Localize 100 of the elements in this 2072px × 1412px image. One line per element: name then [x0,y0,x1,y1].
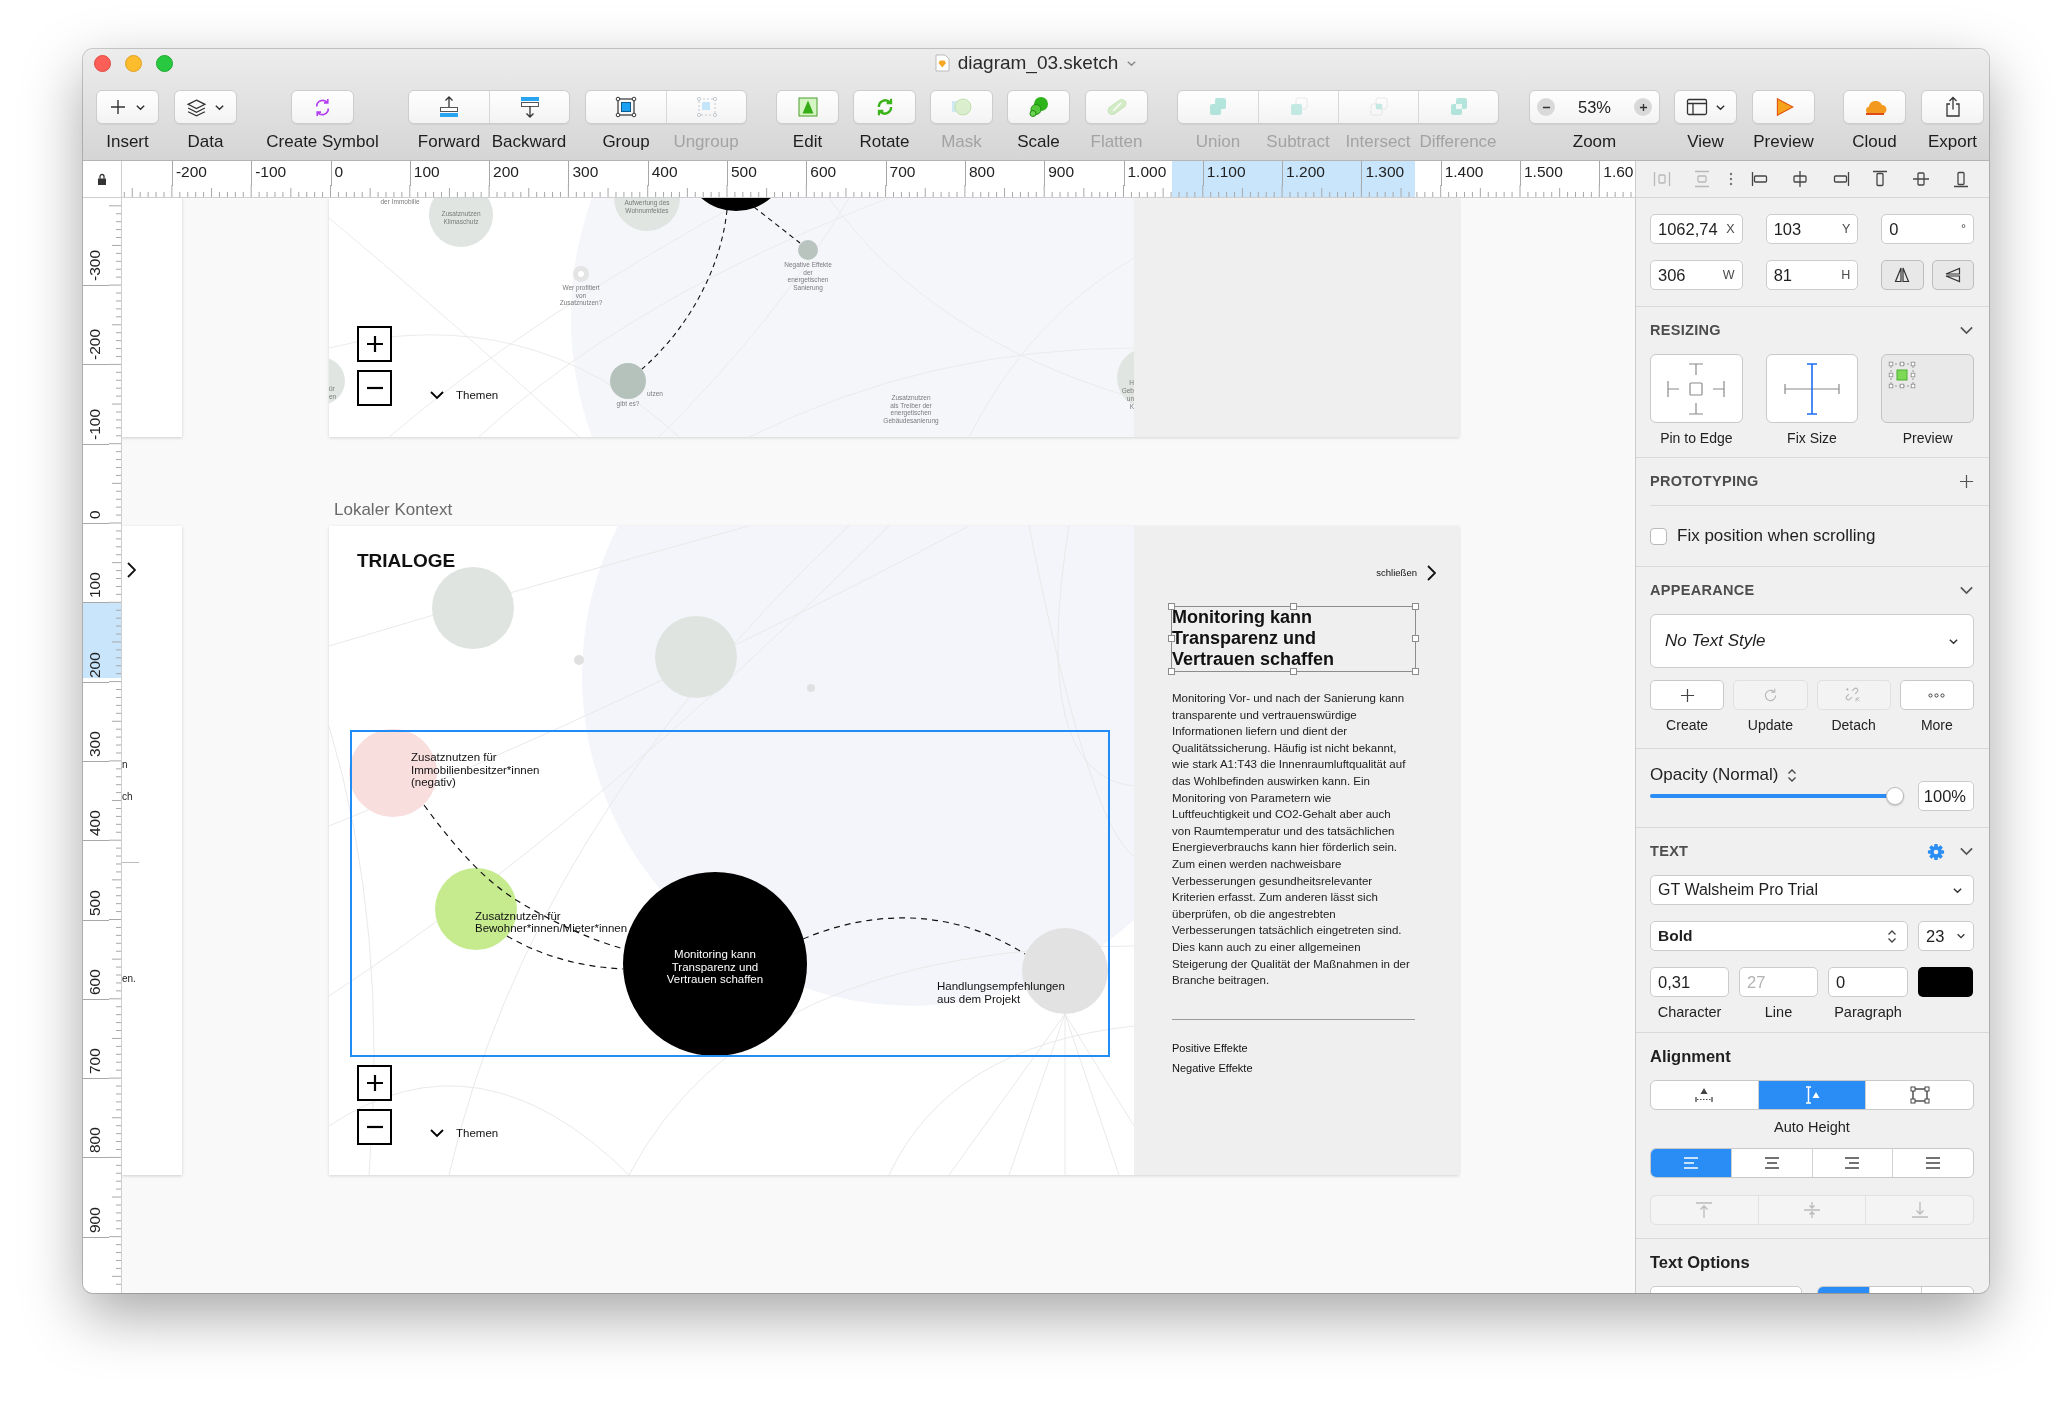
x-position-field[interactable]: 1062,74 X [1650,214,1743,244]
zoom-in-button[interactable] [1634,98,1652,116]
zoom-in-button[interactable] [357,1065,392,1101]
resize-handle[interactable] [1412,668,1419,675]
preview-icon [1888,361,1917,389]
view-button[interactable] [1674,90,1737,124]
toolbar-label: Group [602,132,650,152]
cloud-button[interactable] [1843,90,1906,124]
edit-icon [795,95,820,119]
ruler-label: 600 [86,968,104,995]
character-spacing-field[interactable]: 0,31 [1650,967,1729,997]
topics-dropdown[interactable]: Themen [430,1126,499,1140]
font-size-dropdown[interactable]: 23 [1918,921,1974,951]
ruler-label: -200 [175,163,207,181]
ruler-label: -300 [86,250,104,282]
effects-link[interactable]: Positive Effekte [1172,1040,1248,1055]
align-right-icon[interactable] [1831,169,1851,189]
pin-to-edge-button[interactable] [1650,354,1743,423]
ruler-label: 300 [86,731,104,757]
close-button[interactable] [94,54,111,72]
action-label: Update [1747,718,1793,732]
opacity-field[interactable]: 100% [1918,780,1974,811]
topics-dropdown[interactable]: Themen [430,388,499,402]
height-field[interactable]: 81 H [1765,260,1859,290]
resize-handle[interactable] [1168,668,1175,675]
zoom-out-button[interactable] [357,370,392,406]
zoom-out-button[interactable] [357,1109,392,1145]
align-center-icon[interactable] [1790,169,1810,189]
y-position-field[interactable]: 103 Y [1765,214,1859,244]
slider-thumb[interactable] [1886,786,1904,805]
dashed-connector [753,206,801,244]
text-style-dropdown[interactable]: No Text Style [1650,614,1974,668]
edit-button[interactable] [776,90,839,124]
toolbar-label: Mask [941,132,982,152]
rotation-field[interactable]: 0 ° [1881,214,1974,244]
scale-icon [1026,95,1051,119]
scale-button[interactable] [1007,90,1070,124]
checkbox[interactable] [1650,527,1667,545]
align-left-button[interactable] [1651,1149,1731,1177]
insert-button[interactable] [96,90,159,124]
font-weight-dropdown[interactable]: Bold [1650,921,1908,951]
preview-button[interactable] [1752,90,1815,124]
checkbox-label: Fix position when scrolling [1677,525,1876,548]
toolbar-label: Cloud [1852,132,1897,152]
plus-icon[interactable] [1959,474,1974,489]
action-label: More [1920,718,1953,732]
align-left-icon[interactable] [1750,169,1770,189]
chevron-right-icon [1427,565,1436,581]
effects-link[interactable]: Negative Effekte [1172,1060,1253,1075]
ruler-label: 200 [493,163,519,181]
auto-height-button[interactable] [1757,1081,1866,1109]
close-link[interactable]: schließen [1376,565,1436,581]
zoom-in-button[interactable] [357,326,392,362]
flip-vertical-button[interactable] [1931,260,1974,290]
ruler-label: 1.60 [1603,163,1634,181]
text-fragment: en. [122,973,136,985]
ruler-label: 1.100 [1206,163,1246,181]
resize-handle[interactable] [1412,603,1419,610]
node-dot [807,684,815,692]
layout-icon [1685,97,1708,117]
field-label: Character [1657,1005,1722,1019]
settings-icon[interactable] [1927,842,1945,861]
resizing-label: Fix Size [1787,431,1837,445]
toolbar-label: Rotate [859,132,910,152]
plus-icon [1638,102,1648,112]
flip-horizontal-button[interactable] [1881,260,1924,290]
align-top-icon[interactable] [1870,169,1890,189]
rotate-button[interactable] [853,90,916,124]
create-symbol-button[interactable] [291,90,354,124]
ruler-label: 1.000 [1127,163,1167,181]
toolbar-label: Preview [1753,132,1814,152]
resize-handle[interactable] [1412,635,1419,642]
ruler-label: 200 [86,651,104,678]
font-family-dropdown[interactable]: GT Walsheim Pro Trial [1650,875,1974,905]
resize-handle[interactable] [1290,668,1297,675]
color-swatch[interactable] [1918,967,1973,997]
layers-icon [186,96,207,118]
fullscreen-button[interactable] [156,54,173,72]
export-button[interactable] [1921,90,1984,124]
resize-handle[interactable] [1168,603,1175,610]
chevron-down-icon [430,1128,444,1138]
node-label: Handlungsempfehlungen aus dem Projekt [937,980,1065,1006]
width-field[interactable]: 306 W [1650,260,1743,290]
opacity-slider[interactable] [1650,786,1904,805]
paragraph-spacing-field[interactable]: 0 [1828,967,1908,997]
ruler-label: 1.200 [1286,163,1325,181]
align-middle-icon[interactable] [1911,169,1931,189]
resizing-label: Pin to Edge [1660,431,1733,445]
ruler-label: -200 [86,329,104,361]
chevron-right-icon [127,562,136,578]
align-bottom-icon[interactable] [1951,169,1971,189]
minimize-button[interactable] [125,54,142,72]
group-icon [614,95,638,119]
blend-mode-button[interactable]: Opacity (Normal) [1650,765,1798,785]
ruler-label: 100 [86,572,104,599]
data-button[interactable] [174,90,237,124]
fix-size-button[interactable] [1765,354,1859,423]
toolbar-label: Difference [1419,132,1497,152]
resize-handle[interactable] [1290,603,1297,610]
caret-down-icon [1956,931,1966,941]
